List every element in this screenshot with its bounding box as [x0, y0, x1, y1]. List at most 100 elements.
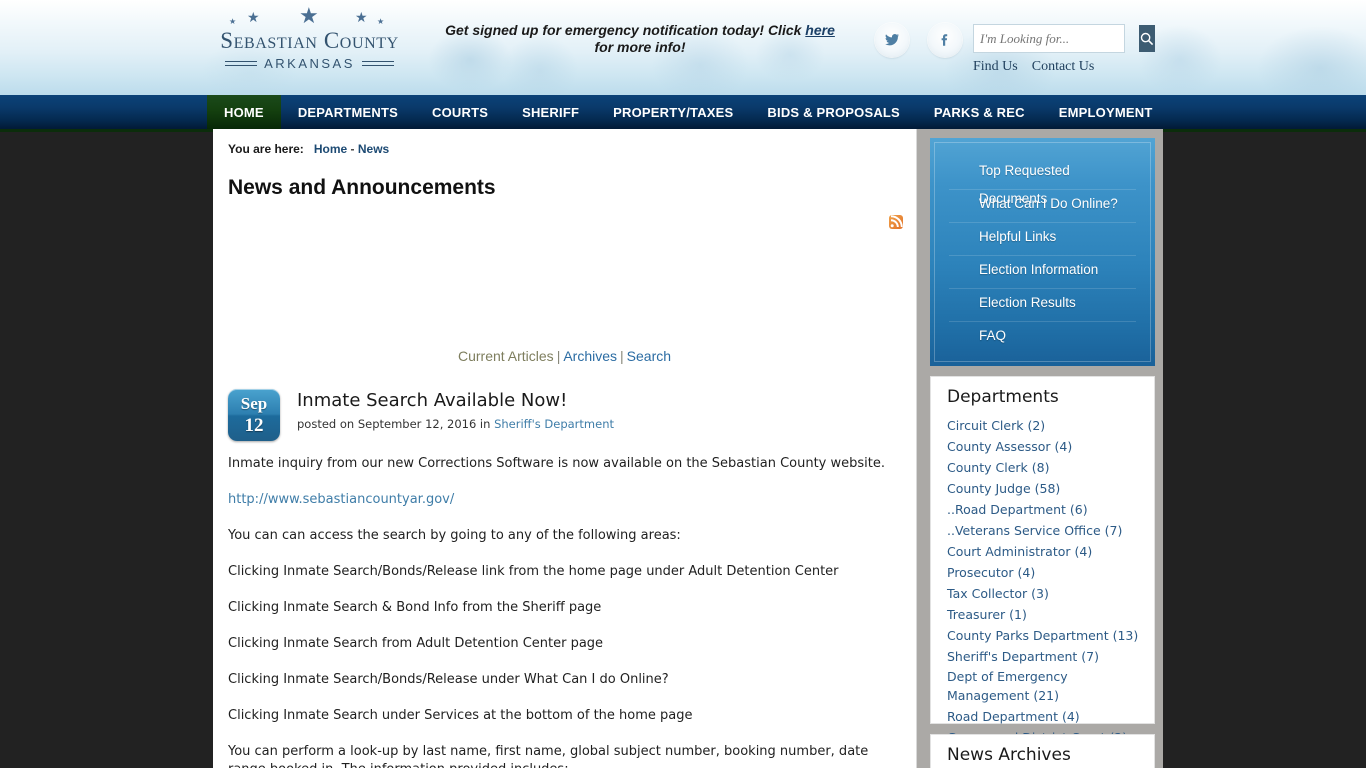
list-item: Treasurer (1): [947, 604, 1154, 624]
logo-rule-left: [225, 61, 257, 66]
nav-item-departments[interactable]: DEPARTMENTS: [281, 95, 415, 129]
article-meta-posted: posted on September 12, 2016 in: [297, 417, 494, 431]
department-link[interactable]: Prosecutor (4): [947, 563, 1035, 582]
article-meta: posted on September 12, 2016 in Sheriff'…: [297, 417, 888, 431]
page-wrapper: You are here: Home - News News and Annou…: [213, 129, 1163, 768]
article-nav-search[interactable]: Search: [627, 348, 671, 364]
breadcrumb: You are here: Home - News: [228, 142, 389, 156]
find-us-link[interactable]: Find Us: [973, 59, 1018, 74]
breadcrumb-separator: -: [351, 142, 355, 156]
sidebar-item-election-information[interactable]: Election Information: [949, 256, 1136, 289]
sidebar-item-helpful-links[interactable]: Helpful Links: [949, 223, 1136, 256]
department-link[interactable]: Dept of Emergency Management (21): [947, 667, 1127, 705]
article-category-link[interactable]: Sheriff's Department: [494, 417, 614, 431]
article-nav: Current Articles|Archives|Search: [213, 348, 916, 364]
logo-state-name: ARKANSAS: [207, 56, 412, 71]
banner-text-line2: for more info!: [595, 39, 686, 55]
list-item: County Assessor (4): [947, 436, 1154, 456]
nav-item-property-taxes[interactable]: PROPERTY/TAXES: [596, 95, 750, 129]
logo-county-name: Sebastian County: [207, 28, 412, 54]
site-logo[interactable]: ★ ★ ★ ★ ★ Sebastian County ARKANSAS: [207, 6, 412, 82]
list-item: Road Department (4): [947, 706, 1154, 726]
logo-stars: ★ ★ ★ ★ ★: [207, 6, 412, 28]
department-link[interactable]: County Parks Department (13): [947, 626, 1138, 645]
star-icon: ★: [247, 11, 260, 25]
article-website-link[interactable]: http://www.sebastiancountyar.gov/: [228, 492, 454, 507]
breadcrumb-home-link[interactable]: Home: [314, 142, 347, 156]
article-header: Sep 12 Inmate Search Available Now! post…: [228, 389, 888, 441]
nav-item-parks-rec[interactable]: PARKS & REC: [917, 95, 1042, 129]
site-search[interactable]: [973, 24, 1125, 53]
logo-rule-right: [362, 61, 394, 66]
department-link[interactable]: County Judge (58): [947, 479, 1060, 498]
department-link[interactable]: County Assessor (4): [947, 437, 1072, 456]
department-link[interactable]: County Clerk (8): [947, 458, 1049, 477]
contact-us-link[interactable]: Contact Us: [1032, 59, 1095, 74]
article-step: Clicking Inmate Search under Services at…: [228, 707, 888, 725]
article-step: Clicking Inmate Search & Bond Info from …: [228, 599, 888, 617]
list-item: Sheriff's Department (7): [947, 646, 1154, 666]
article-step: Clicking Inmate Search/Bonds/Release lin…: [228, 563, 888, 581]
sidebar-item-faq[interactable]: FAQ: [949, 322, 1136, 354]
article-step: Clicking Inmate Search from Adult Detent…: [228, 635, 888, 653]
list-item: County Parks Department (13): [947, 625, 1154, 645]
right-sidebar: Top Requested Documents What Can I Do On…: [930, 129, 1163, 768]
main-content: You are here: Home - News News and Annou…: [213, 129, 917, 768]
list-item: Court Administrator (4): [947, 541, 1154, 561]
article-nav-archives[interactable]: Archives: [563, 348, 617, 364]
page-title-row: News and Announcements: [213, 176, 916, 200]
article-date-day: 12: [228, 415, 280, 437]
nav-items: HOME DEPARTMENTS COURTS SHERIFF PROPERTY…: [207, 95, 1169, 129]
news-archives-box: News Archives: [930, 734, 1155, 768]
department-link[interactable]: Circuit Clerk (2): [947, 416, 1045, 435]
department-link[interactable]: Road Department (4): [947, 707, 1080, 726]
department-link[interactable]: ..Road Department (6): [947, 500, 1088, 519]
department-link[interactable]: Sheriff's Department (7): [947, 647, 1099, 666]
article-body: Inmate inquiry from our new Corrections …: [228, 455, 888, 768]
rss-icon[interactable]: [889, 215, 903, 229]
sidebar-item-what-can-i-do-online[interactable]: What Can I Do Online?: [949, 190, 1136, 223]
departments-list: Circuit Clerk (2) County Assessor (4) Co…: [931, 415, 1154, 747]
department-link[interactable]: Court Administrator (4): [947, 542, 1092, 561]
department-link[interactable]: ..Veterans Service Office (7): [947, 521, 1122, 540]
article-nav-current[interactable]: Current Articles: [458, 348, 554, 364]
star-icon: ★: [355, 11, 368, 25]
banner-here-link[interactable]: here: [805, 22, 835, 38]
article-date-badge: Sep 12: [228, 389, 280, 441]
list-item: County Clerk (8): [947, 457, 1154, 477]
search-input[interactable]: [974, 25, 1139, 52]
twitter-icon[interactable]: [875, 23, 909, 57]
list-item: County Judge (58): [947, 478, 1154, 498]
news-archives-title: News Archives: [947, 745, 1154, 765]
quick-links-inner: Top Requested Documents What Can I Do On…: [934, 142, 1151, 362]
logo-state-text: ARKANSAS: [257, 56, 362, 71]
page-root: ★ ★ ★ ★ ★ Sebastian County ARKANSAS Get …: [0, 0, 1366, 768]
social-links: [875, 23, 976, 57]
search-button[interactable]: [1139, 25, 1155, 52]
article-step: Clicking Inmate Search/Bonds/Release und…: [228, 671, 888, 689]
nav-item-employment[interactable]: EMPLOYMENT: [1042, 95, 1170, 129]
article-lookup-text: You can perform a look-up by last name, …: [228, 743, 888, 768]
sidebar-item-election-results[interactable]: Election Results: [949, 289, 1136, 322]
nav-item-sheriff[interactable]: SHERIFF: [505, 95, 596, 129]
nav-item-home[interactable]: HOME: [207, 95, 281, 129]
site-header: ★ ★ ★ ★ ★ Sebastian County ARKANSAS Get …: [0, 0, 1366, 95]
list-item: Tax Collector (3): [947, 583, 1154, 603]
breadcrumb-current: News: [358, 142, 389, 156]
article: Sep 12 Inmate Search Available Now! post…: [228, 389, 888, 768]
nav-item-bids-proposals[interactable]: BIDS & PROPOSALS: [750, 95, 917, 129]
list-item: ..Veterans Service Office (7): [947, 520, 1154, 540]
header-links: Find Us Contact Us: [973, 59, 1108, 75]
star-icon: ★: [299, 6, 319, 28]
article-title[interactable]: Inmate Search Available Now!: [297, 389, 888, 411]
nav-item-courts[interactable]: COURTS: [415, 95, 505, 129]
department-link[interactable]: Tax Collector (3): [947, 584, 1049, 603]
article-link-paragraph: http://www.sebastiancountyar.gov/: [228, 491, 888, 509]
facebook-icon[interactable]: [928, 23, 962, 57]
sidebar-item-top-requested-documents[interactable]: Top Requested Documents: [949, 157, 1136, 190]
department-link[interactable]: Treasurer (1): [947, 605, 1027, 624]
quick-links-box: Top Requested Documents What Can I Do On…: [930, 138, 1155, 366]
star-icon: ★: [229, 18, 236, 26]
breadcrumb-prefix: You are here:: [228, 142, 304, 156]
article-paragraph: Inmate inquiry from our new Corrections …: [228, 455, 888, 473]
